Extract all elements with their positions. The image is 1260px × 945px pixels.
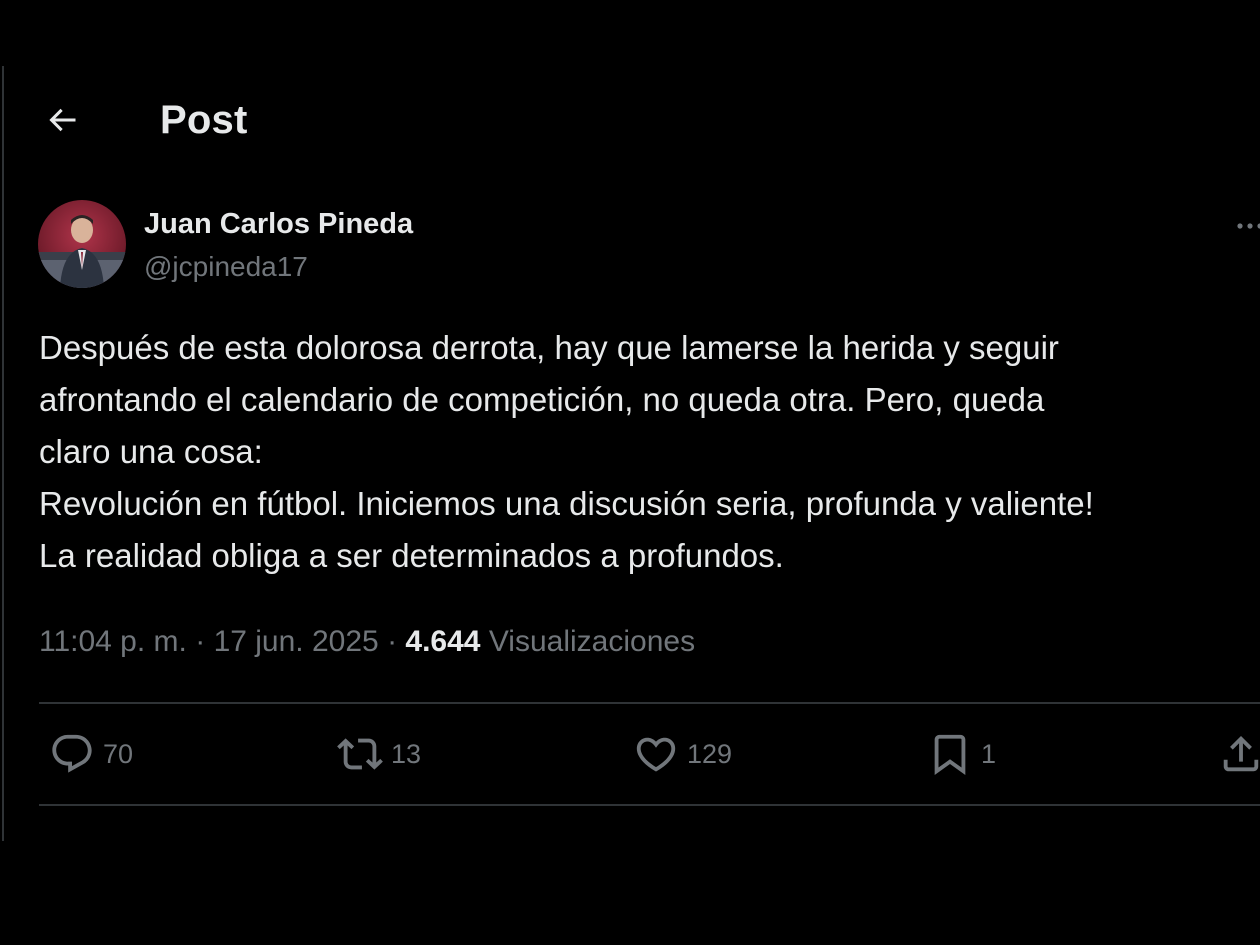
repost-count: 13	[391, 738, 422, 769]
author-display-name[interactable]: Juan Carlos Pineda	[144, 206, 413, 242]
column-border	[2, 66, 4, 841]
share-icon	[1223, 735, 1259, 772]
action-bar: 70 13 129 1	[39, 726, 1260, 782]
views-label: Visualizaciones	[488, 625, 696, 658]
bookmark-icon	[934, 734, 966, 775]
divider-top	[39, 702, 1260, 704]
meta-separator: ·	[195, 625, 206, 658]
post-text: Después de esta dolorosa derrota, hay qu…	[39, 322, 1259, 582]
page-title: Post	[160, 97, 248, 142]
more-horizontal-icon	[1237, 223, 1260, 229]
post-text-line: La realidad obliga a ser determinados a …	[39, 537, 784, 574]
author-handle[interactable]: @jcpineda17	[144, 250, 413, 284]
arrow-left-icon	[49, 108, 76, 132]
reply-button[interactable]: 70	[49, 726, 133, 782]
more-options-button[interactable]	[1234, 214, 1260, 238]
post-text-line: claro una cosa:	[39, 433, 263, 470]
page-header: Post	[40, 92, 247, 148]
repost-icon	[337, 738, 383, 770]
repost-button[interactable]: 13	[337, 726, 421, 782]
like-button[interactable]: 129	[633, 726, 732, 782]
divider-bottom	[39, 804, 1260, 806]
like-count: 129	[687, 738, 733, 769]
bookmark-button[interactable]: 1	[927, 726, 996, 782]
post-author: Juan Carlos Pineda @jcpineda17	[38, 200, 413, 288]
avatar[interactable]	[38, 200, 126, 288]
post-text-line: afrontando el calendario de competición,…	[39, 381, 1045, 418]
meta-separator: ·	[387, 625, 398, 658]
share-button[interactable]	[1221, 726, 1260, 782]
views-count: 4.644	[405, 625, 481, 658]
reply-icon	[52, 734, 92, 773]
post-text-line: Después de esta dolorosa derrota, hay qu…	[39, 329, 1059, 366]
post-meta: 11:04 p. m. · 17 jun. 2025 · 4.644 Visua…	[39, 620, 695, 664]
reply-count: 70	[103, 738, 134, 769]
heart-icon	[636, 737, 676, 772]
post-text-line: Revolución en fútbol. Iniciemos una disc…	[39, 485, 1094, 522]
bookmark-count: 1	[981, 738, 997, 769]
post-time[interactable]: 11:04 p. m.	[39, 625, 187, 658]
back-button[interactable]	[40, 98, 84, 142]
post-date[interactable]: 17 jun. 2025	[214, 625, 379, 658]
